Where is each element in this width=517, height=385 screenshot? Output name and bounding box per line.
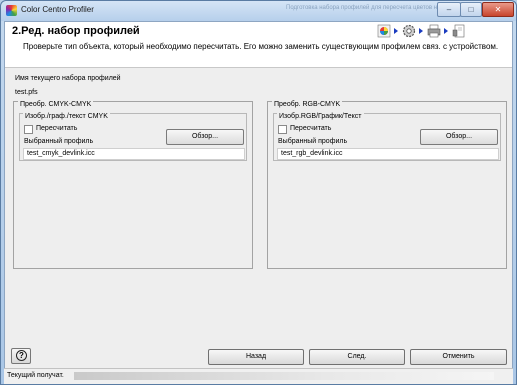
cancel-button[interactable]: Отменить: [410, 349, 507, 365]
next-button[interactable]: След.: [309, 349, 405, 365]
selected-profile-field[interactable]: test_rgb_devlink.icc: [277, 148, 499, 160]
object-type-title: Изобр.RGB/График/Текст: [277, 113, 364, 120]
selected-profile-field[interactable]: test_cmyk_devlink.icc: [23, 148, 245, 160]
back-button[interactable]: Назад: [208, 349, 304, 365]
selected-profile-label: Выбранный профиль: [278, 138, 348, 145]
instructions-text: Проверьте тип объекта, который необходим…: [23, 42, 499, 51]
gear-icon: [402, 24, 416, 38]
printer-icon: [427, 24, 441, 38]
step-arrow-icon: [394, 28, 398, 34]
cmyk-cmyk-group: Преобр. CMYK-CMYK Изобр./граф./текст CMY…: [13, 101, 253, 269]
cmyk-object-panel: Изобр./граф./текст CMYK Пересчитать Обзо…: [19, 113, 247, 161]
rgb-cmyk-group: Преобр. RGB-CMYK Изобр.RGB/График/Текст …: [267, 101, 507, 269]
group-title: Преобр. CMYK-CMYK: [18, 101, 94, 108]
profile-set-name: test.pfs: [15, 89, 38, 96]
close-button[interactable]: ✕: [482, 2, 514, 17]
selected-profile-label: Выбранный профиль: [24, 138, 94, 145]
dialog-body: 2.Ред. набор профилей Проверьте тип объе…: [4, 21, 513, 375]
app-logo-icon: [6, 5, 17, 16]
rgb-object-panel: Изобр.RGB/График/Текст Пересчитать Обзор…: [273, 113, 501, 161]
object-type-title: Изобр./граф./текст CMYK: [23, 113, 110, 120]
color-wheel-icon: [377, 24, 391, 38]
status-bar: Текущий получат.: [4, 368, 513, 384]
title-bar[interactable]: Color Centro Profiler Подготовка набора …: [1, 1, 516, 21]
recalculate-checkbox[interactable]: [24, 125, 33, 134]
step-arrow-icon: [419, 28, 423, 34]
document-icon: [452, 24, 465, 38]
status-text: Текущий получат.: [7, 372, 64, 379]
group-title: Преобр. RGB-CMYK: [272, 101, 343, 108]
wizard-header: 2.Ред. набор профилей Проверьте тип объе…: [5, 22, 512, 68]
wizard-steps: [375, 22, 512, 42]
minimize-button[interactable]: –: [437, 2, 461, 17]
recalculate-checkbox[interactable]: [278, 125, 287, 134]
recalculate-label[interactable]: Пересчитать: [290, 125, 331, 132]
help-button[interactable]: ?: [11, 348, 31, 364]
browse-button[interactable]: Обзор...: [166, 129, 244, 145]
recalculate-label[interactable]: Пересчитать: [36, 125, 77, 132]
window-title: Color Centro Profiler: [21, 5, 94, 14]
help-icon: ?: [16, 350, 27, 361]
step-arrow-icon: [444, 28, 448, 34]
status-progress-bar: [74, 372, 494, 380]
page-title: 2.Ред. набор профилей: [12, 25, 140, 37]
browse-button[interactable]: Обзор...: [420, 129, 498, 145]
app-window: Color Centro Profiler Подготовка набора …: [0, 0, 517, 385]
profile-set-caption: Имя текущего набора профилей: [15, 75, 121, 82]
maximize-button[interactable]: □: [460, 2, 482, 17]
